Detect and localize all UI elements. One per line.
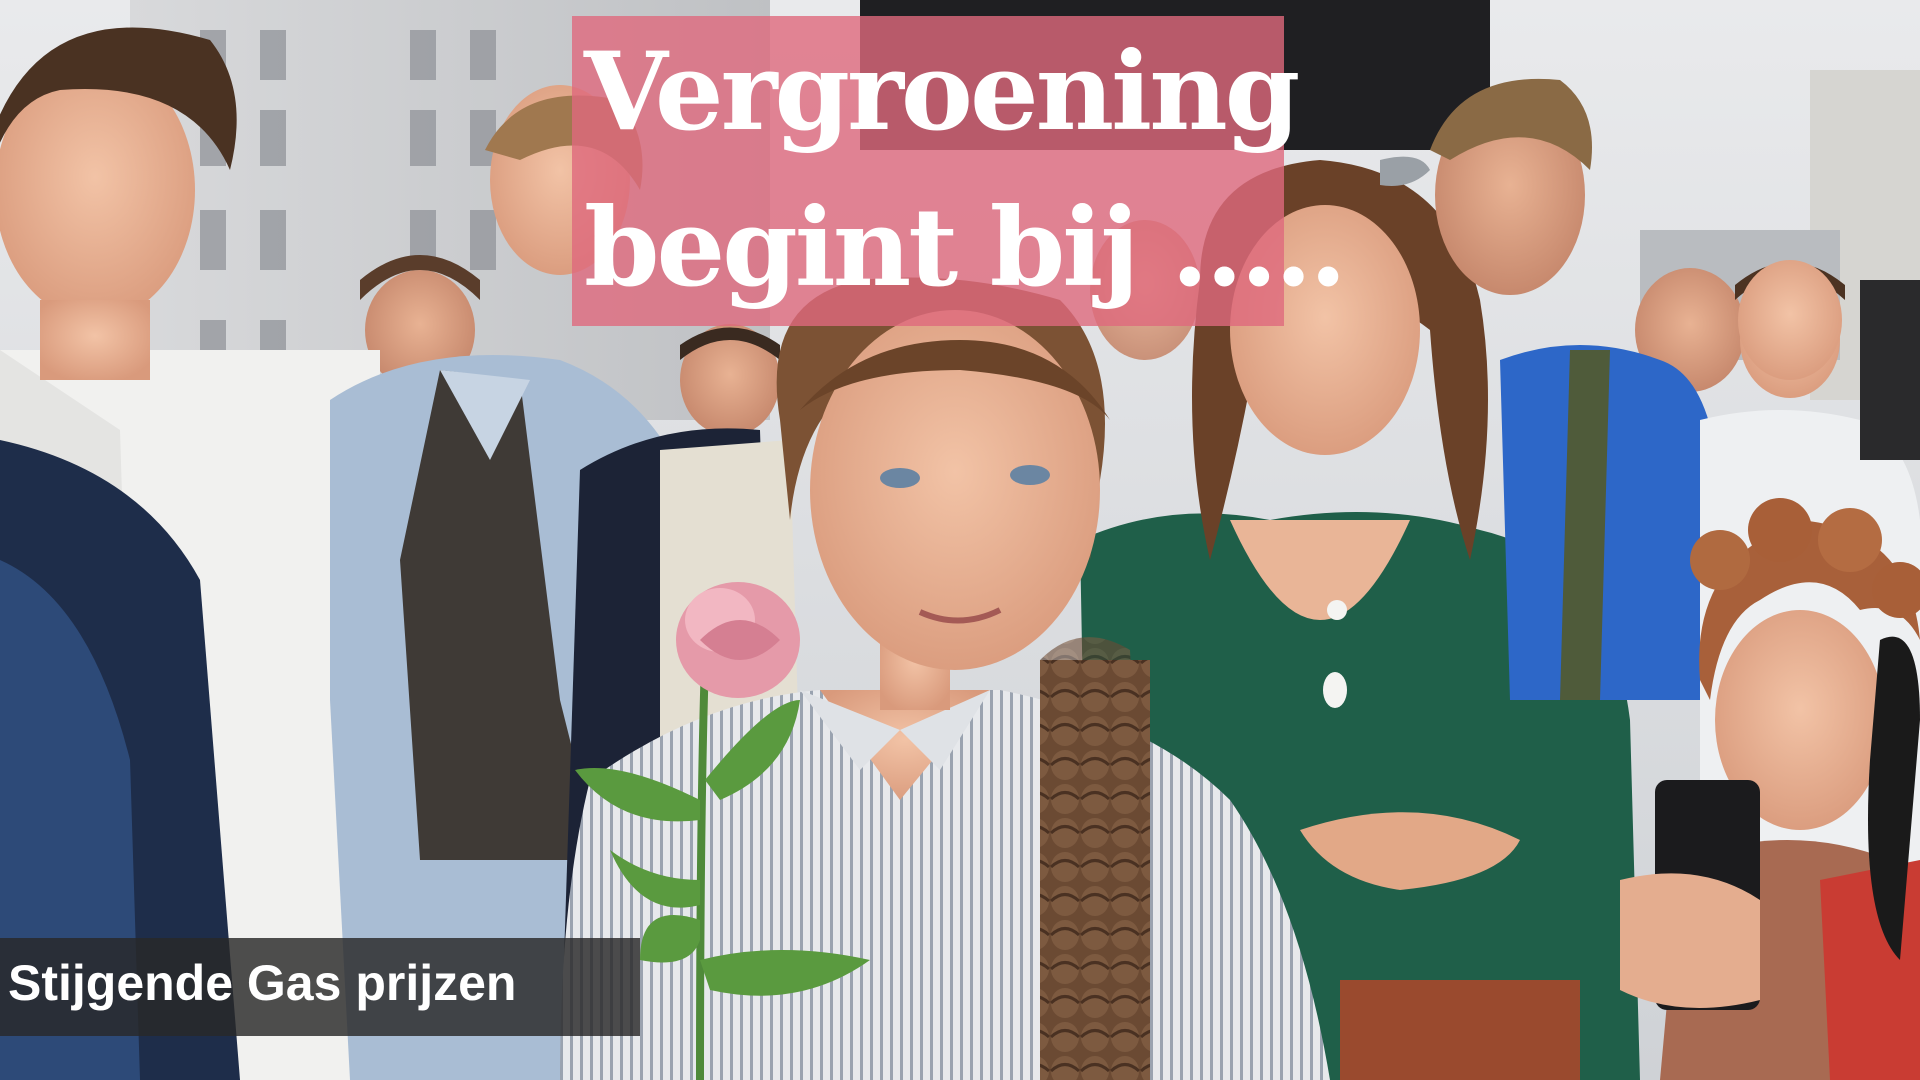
headline-line-1: Vergroening <box>584 29 1300 155</box>
headline-box: Vergroening begint bij ..... <box>572 16 1347 326</box>
headline-line-2: begint bij ..... <box>584 185 1347 311</box>
caption-box: Stijgende Gas prijzen <box>0 938 640 1036</box>
caption-text: Stijgende Gas prijzen <box>8 955 517 1011</box>
poster: Vergroening begint bij ..... Stijgende G… <box>0 0 1920 1080</box>
